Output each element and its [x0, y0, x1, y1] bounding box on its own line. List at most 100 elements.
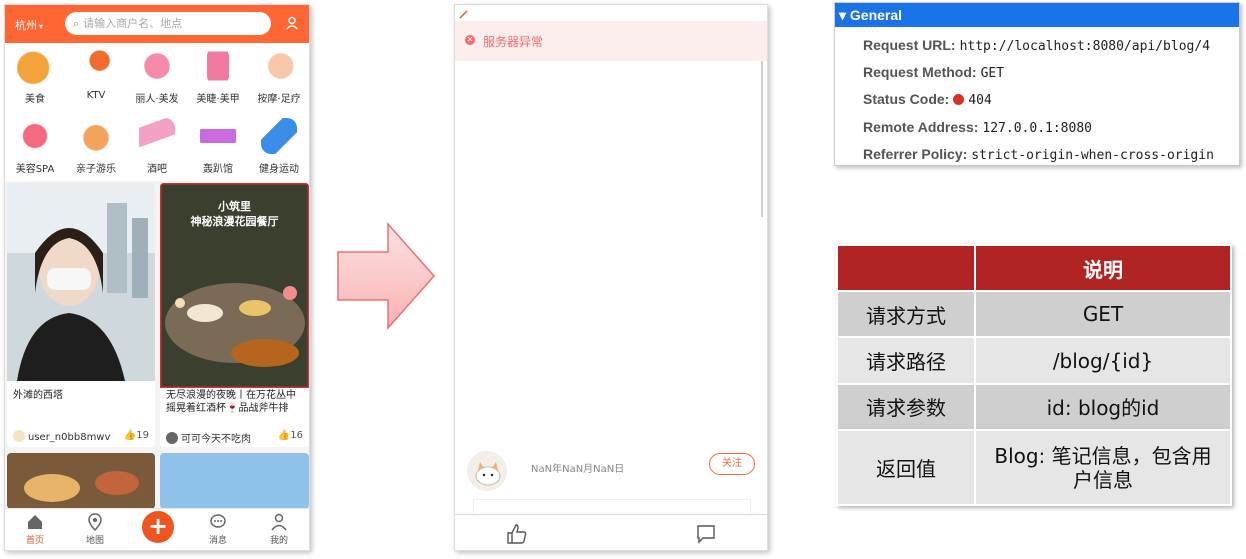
dumbbell-icon — [261, 118, 297, 154]
category-label: 美睫·美甲 — [196, 94, 240, 105]
category-label: 健身运动 — [259, 164, 299, 175]
row-key: Request Method: — [863, 64, 977, 80]
category-massage[interactable]: 按摩·足疗 — [249, 43, 309, 109]
remote-address-row: Remote Address: 127.0.0.1:8080 — [863, 119, 1092, 136]
card-user: user_n0bb8mwv — [13, 430, 110, 443]
search-input[interactable]: ⌕ 请输入商户名、地点 — [65, 12, 271, 35]
arrow-right-icon — [337, 222, 436, 330]
thumb-up-icon: 👍 — [277, 430, 291, 441]
tab-label: 首页 — [25, 536, 44, 546]
card-title: 无尽浪漫的夜晚丨在万花丛中摇晃着红酒杯🍷品战斧牛排 — [166, 390, 296, 414]
category-party[interactable]: 轰趴馆 — [188, 113, 248, 179]
table-cell-key: 请求方式 — [836, 289, 976, 339]
table-header-cell: 说明 — [974, 244, 1232, 292]
food-photo-thumbnail — [7, 453, 155, 509]
row-value: GET — [980, 66, 1005, 81]
card-title: 外滩的西塔 — [13, 390, 63, 401]
feed-card[interactable] — [160, 453, 309, 509]
row-key: Referrer Policy: — [863, 146, 968, 162]
category-label: 美食 — [25, 94, 45, 105]
category-grid: 美食 KTV 丽人·美发 美睫·美甲 按摩·足疗 美容SPA 亲子游乐 酒吧 轰… — [5, 43, 309, 181]
category-label: 按摩·足疗 — [257, 94, 301, 105]
category-bar[interactable]: 酒吧 — [127, 113, 187, 179]
devtools-general-panel: ▾ General Request URL: http://localhost:8… — [834, 2, 1240, 166]
referrer-policy-row: Referrer Policy: strict-origin-when-cross… — [863, 146, 1214, 163]
comment-area — [473, 499, 751, 513]
request-url-row: Request URL: http://localhost:8080/api/bl… — [863, 37, 1210, 54]
scrollbar[interactable] — [761, 61, 763, 217]
category-food[interactable]: 美食 — [5, 43, 65, 109]
author-avatar[interactable] — [467, 451, 507, 491]
like-number: 19 — [136, 430, 149, 441]
avatar — [166, 432, 178, 444]
edit-icon[interactable] — [459, 9, 469, 19]
face-mask-icon — [17, 118, 53, 154]
table-row: 请求路径 /blog/{id} — [836, 336, 1232, 385]
roast-chicken-icon — [17, 48, 53, 84]
like-number: 16 — [290, 430, 303, 441]
table-cell-value: /blog/{id} — [974, 336, 1232, 385]
tab-me[interactable]: 我的 — [259, 513, 299, 546]
category-ktv[interactable]: KTV — [66, 43, 126, 109]
like-count[interactable]: 👍16 — [278, 430, 303, 441]
category-kids[interactable]: 亲子游乐 — [66, 113, 126, 179]
comment-icon[interactable] — [695, 523, 717, 545]
hair-icon — [139, 48, 175, 84]
category-beauty-hair[interactable]: 丽人·美发 — [127, 43, 187, 109]
plus-icon: + — [147, 512, 169, 540]
table-header-cell — [836, 244, 976, 292]
row-value: strict-origin-when-cross-origin — [971, 148, 1214, 163]
add-post-button[interactable]: + — [142, 511, 174, 543]
table-cell-key: 请求参数 — [836, 382, 976, 432]
category-nails[interactable]: 美睫·美甲 — [188, 43, 248, 109]
general-header[interactable]: ▾ General — [835, 3, 1239, 27]
thumb-up-icon: 👍 — [123, 430, 137, 441]
like-count[interactable]: 👍19 — [124, 430, 149, 441]
feed-card[interactable]: 外滩的西塔 user_n0bb8mwv 👍19 — [7, 183, 155, 447]
avatar — [13, 430, 25, 442]
category-spa[interactable]: 美容SPA — [5, 113, 65, 179]
feed: 外滩的西塔 user_n0bb8mwv 👍19 小筑里 神秘浪漫花园餐厅 无尽浪… — [5, 181, 309, 511]
feed-card[interactable]: 小筑里 神秘浪漫花园餐厅 无尽浪漫的夜晚丨在万花丛中摇晃着红酒杯🍷品战斧牛排 可… — [160, 183, 309, 447]
tab-label: 我的 — [269, 536, 288, 546]
error-icon: ✕ — [465, 35, 475, 45]
home-screen: 杭州▾ ⌕请输入商户名、地点 美食 KTV 丽人·美发 美睫·美甲 按摩·足 — [4, 4, 310, 551]
blog-detail-screen: ✕ 服务器异常 NaN年NaN月NaN日 关注 — [454, 4, 768, 551]
category-label: 美容SPA — [15, 164, 55, 175]
user-icon[interactable] — [285, 16, 299, 30]
tab-home[interactable]: 首页 — [15, 513, 55, 546]
author-date: NaN年NaN月NaN日 — [531, 464, 625, 475]
row-key: Status Code: — [863, 91, 950, 107]
sky-photo-thumbnail — [160, 453, 309, 509]
category-fitness[interactable]: 健身运动 — [249, 113, 309, 179]
tab-label: 地图 — [85, 536, 104, 546]
table-cell-value: Blog: 笔记信息，包含用户信息 — [974, 429, 1232, 506]
home-icon — [28, 515, 42, 529]
feed-card[interactable] — [7, 453, 155, 509]
city-selector[interactable]: 杭州 ▾ — [15, 17, 43, 33]
tab-map[interactable]: 地图 — [75, 513, 115, 546]
chevron-down-icon: ▾ — [39, 22, 44, 31]
nail-polish-icon — [207, 48, 229, 84]
card-username: 可可今天不吃肉 — [181, 434, 251, 445]
mask-icon — [200, 118, 236, 154]
follow-button[interactable]: 关注 — [709, 453, 755, 475]
photo-woman-thumbnail — [7, 183, 155, 381]
triangle-down-icon: ▾ — [839, 7, 847, 23]
category-label: KTV — [86, 90, 106, 101]
row-value: http://localhost:8080/api/blog/4 — [959, 39, 1211, 54]
microphone-icon — [78, 48, 114, 84]
person-icon — [271, 513, 287, 531]
error-text: 服务器异常 — [483, 35, 544, 49]
table-row: 请求参数 id: blog的id — [836, 382, 1232, 432]
thumb-up-icon[interactable] — [505, 522, 529, 546]
api-spec-table: 说明 请求方式 GET 请求路径 /blog/{id} 请求参数 id: blo… — [836, 244, 1232, 506]
tab-messages[interactable]: 消息 — [198, 513, 238, 546]
table-header-row: 说明 — [836, 244, 1232, 292]
row-key: Request URL: — [863, 37, 956, 53]
city-label: 杭州 — [15, 19, 37, 32]
row-value: 404 — [968, 93, 992, 108]
row-value: 127.0.0.1:8080 — [982, 121, 1092, 136]
table-cell-value: GET — [974, 289, 1232, 339]
card-user: 可可今天不吃肉 — [166, 430, 251, 445]
